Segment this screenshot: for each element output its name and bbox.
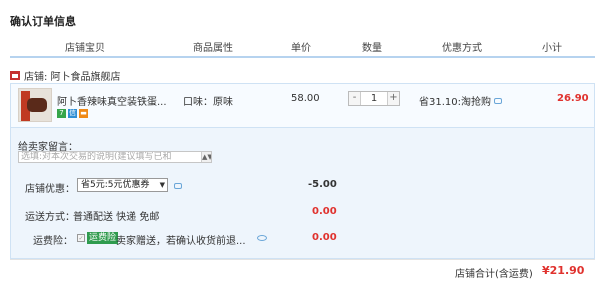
service-badges: 7 信 ▬: [57, 109, 88, 118]
column-subtotal: 小计: [542, 43, 562, 54]
seven-day-return-icon[interactable]: 7: [57, 109, 66, 118]
order-options-panel: 给卖家留言： 选填:对本次交易的说明(建议填写已和 ▲▼ 店铺优惠： 省5元:5…: [10, 128, 595, 259]
shop-total-bar: 店铺合计(含运费) ¥21.90: [10, 259, 595, 281]
message-input[interactable]: 选填:对本次交易的说明(建议填写已和 ▲▼: [18, 151, 212, 163]
column-discount: 优惠方式: [442, 43, 482, 54]
shop-name-row[interactable]: 店铺: 阿卜食品旗舰店: [10, 68, 121, 83]
coupon-selected-value: 省5元:5元优惠券: [81, 180, 150, 190]
shipping-label: 运送方式：: [25, 212, 75, 223]
insurance-description: 卖家赠送，若确认收货前退...: [116, 236, 246, 247]
insurance-tag: 运费险: [87, 232, 119, 244]
column-unit-price: 单价: [291, 43, 311, 54]
promotion-text: 省31.10:淘抢购: [419, 97, 491, 108]
item-subtotal: 26.90: [557, 93, 589, 104]
insurance-label: 运费险：: [33, 236, 73, 247]
coupon-amount: -5.00: [308, 179, 337, 190]
column-shop-item: 店铺宝贝: [65, 43, 105, 54]
product-attribute: 口味：原味: [183, 97, 233, 108]
increase-quantity-button[interactable]: +: [387, 92, 399, 105]
page-title: 确认订单信息: [10, 15, 76, 28]
eye-icon[interactable]: [257, 235, 267, 241]
shipping-amount: 0.00: [312, 206, 337, 217]
message-scroll-arrows[interactable]: ▲▼: [201, 152, 211, 162]
decrease-quantity-button[interactable]: -: [349, 92, 361, 105]
coupon-chat-icon[interactable]: [174, 183, 182, 189]
quantity-stepper[interactable]: - 1 +: [348, 91, 400, 106]
quantity-input[interactable]: 1: [361, 92, 387, 105]
chat-icon[interactable]: [494, 97, 502, 104]
chevron-down-icon[interactable]: ▼: [160, 179, 165, 191]
shipping-method: 普通配送 快递 免邮: [73, 212, 160, 223]
insurance-checkbox[interactable]: ✓: [77, 234, 85, 242]
column-quantity: 数量: [362, 43, 382, 54]
column-attributes: 商品属性: [193, 43, 233, 54]
column-header: 店铺宝贝 商品属性 单价 数量 优惠方式 小计: [10, 36, 595, 58]
product-thumbnail[interactable]: [18, 88, 52, 122]
product-shape: [27, 98, 47, 112]
coupon-label: 店铺优惠：: [25, 184, 75, 195]
total-label: 店铺合计(含运费): [455, 269, 533, 280]
unit-price: 58.00: [291, 93, 320, 104]
promotion-info: 省31.10:淘抢购: [419, 93, 502, 108]
card-payment-icon[interactable]: ▬: [79, 109, 88, 118]
credit-icon[interactable]: 信: [68, 109, 77, 118]
shop-icon: [10, 71, 20, 80]
shop-name[interactable]: 店铺: 阿卜食品旗舰店: [24, 68, 121, 83]
product-title-link[interactable]: 阿卜香辣味真空装铁蛋...: [57, 93, 167, 108]
total-value: ¥21.90: [542, 264, 585, 277]
message-placeholder: 选填:对本次交易的说明(建议填写已和: [21, 152, 172, 162]
insurance-amount: 0.00: [312, 232, 337, 243]
coupon-select[interactable]: 省5元:5元优惠券 ▼: [77, 178, 168, 192]
order-item-row: 阿卜香辣味真空装铁蛋... 7 信 ▬ 口味：原味 58.00 - 1 + 省3…: [10, 83, 595, 128]
